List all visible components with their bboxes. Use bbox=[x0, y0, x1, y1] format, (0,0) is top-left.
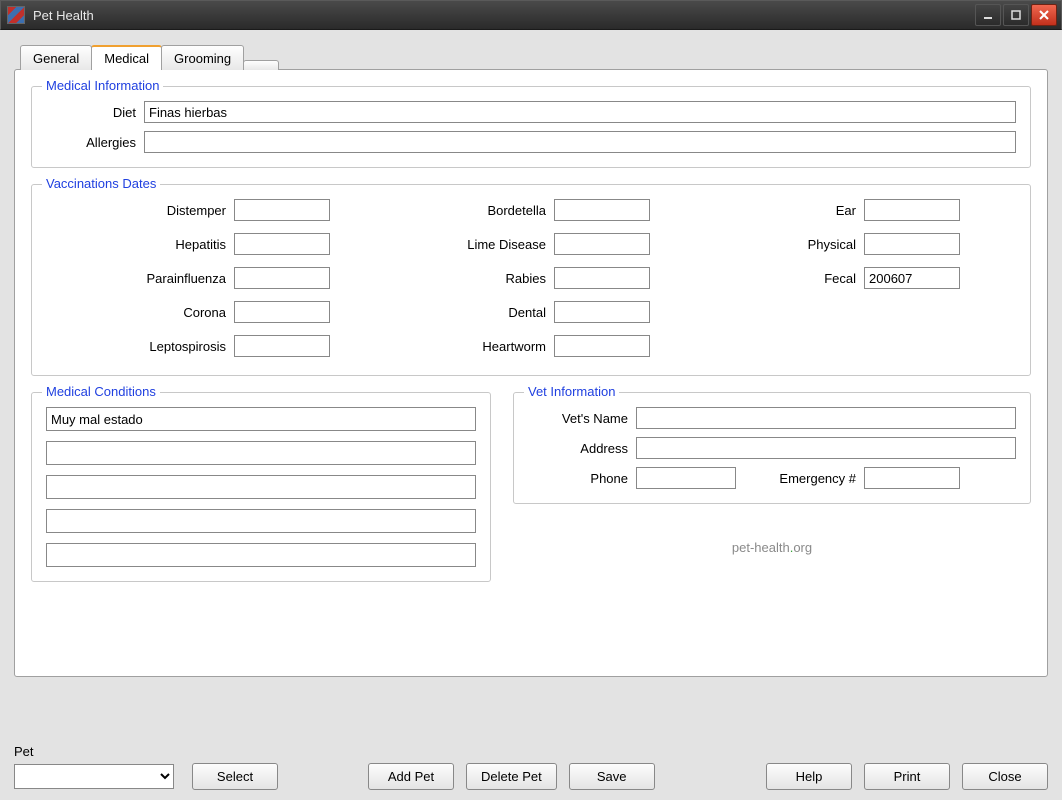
add-pet-button[interactable]: Add Pet bbox=[368, 763, 454, 790]
input-condition-5[interactable] bbox=[46, 543, 476, 567]
input-vet-phone[interactable] bbox=[636, 467, 736, 489]
input-condition-1[interactable] bbox=[46, 407, 476, 431]
label-distemper: Distemper bbox=[46, 203, 226, 218]
print-button[interactable]: Print bbox=[864, 763, 950, 790]
input-emergency[interactable] bbox=[864, 467, 960, 489]
select-pet[interactable] bbox=[14, 764, 174, 789]
label-vet-address: Address bbox=[528, 441, 628, 456]
minimize-button[interactable] bbox=[975, 4, 1001, 26]
maximize-button[interactable] bbox=[1003, 4, 1029, 26]
label-hepatitis: Hepatitis bbox=[46, 237, 226, 252]
legend-vaccinations: Vaccinations Dates bbox=[42, 176, 160, 191]
input-physical[interactable] bbox=[864, 233, 960, 255]
window-controls bbox=[975, 4, 1057, 26]
tab-medical[interactable]: Medical bbox=[91, 45, 162, 70]
label-emergency: Emergency # bbox=[746, 471, 856, 486]
label-parainfluenza: Parainfluenza bbox=[46, 271, 226, 286]
tab-panel: Medical Information Diet Allergies Vacci… bbox=[14, 69, 1048, 677]
label-heartworm: Heartworm bbox=[406, 339, 546, 354]
legend-medical-conditions: Medical Conditions bbox=[42, 384, 160, 399]
label-lime-disease: Lime Disease bbox=[406, 237, 546, 252]
label-corona: Corona bbox=[46, 305, 226, 320]
input-condition-2[interactable] bbox=[46, 441, 476, 465]
tab-general[interactable]: General bbox=[20, 45, 92, 70]
group-vaccinations: Vaccinations Dates Distemper Hepatitis P… bbox=[31, 184, 1031, 376]
logo-part-pet: pet bbox=[732, 540, 750, 555]
group-medical-conditions: Medical Conditions bbox=[31, 392, 491, 582]
label-vet-name: Vet's Name bbox=[528, 411, 628, 426]
input-condition-3[interactable] bbox=[46, 475, 476, 499]
group-vet-information: Vet Information Vet's Name Address Phone… bbox=[513, 392, 1031, 504]
input-distemper[interactable] bbox=[234, 199, 330, 221]
bottom-bar: Pet Select Add Pet Delete Pet Save Help … bbox=[14, 744, 1048, 790]
input-heartworm[interactable] bbox=[554, 335, 650, 357]
tabs: General Medical Grooming bbox=[20, 44, 1048, 69]
logo-part-health: health bbox=[754, 540, 789, 555]
save-button[interactable]: Save bbox=[569, 763, 655, 790]
legend-medical-info: Medical Information bbox=[42, 78, 163, 93]
input-corona[interactable] bbox=[234, 301, 330, 323]
input-rabies[interactable] bbox=[554, 267, 650, 289]
legend-vet-info: Vet Information bbox=[524, 384, 619, 399]
input-bordetella[interactable] bbox=[554, 199, 650, 221]
label-bordetella: Bordetella bbox=[406, 203, 546, 218]
tab-blank[interactable] bbox=[243, 60, 279, 70]
input-diet[interactable] bbox=[144, 101, 1016, 123]
logo-part-org: org bbox=[793, 540, 812, 555]
window-title: Pet Health bbox=[33, 8, 94, 23]
label-diet: Diet bbox=[46, 105, 136, 120]
input-parainfluenza[interactable] bbox=[234, 267, 330, 289]
input-vet-address[interactable] bbox=[636, 437, 1016, 459]
label-allergies: Allergies bbox=[46, 135, 136, 150]
label-rabies: Rabies bbox=[406, 271, 546, 286]
close-button[interactable] bbox=[1031, 4, 1057, 26]
logo-pet-health-org: pet-health.org bbox=[513, 540, 1031, 555]
input-fecal[interactable] bbox=[864, 267, 960, 289]
input-condition-4[interactable] bbox=[46, 509, 476, 533]
input-leptospirosis[interactable] bbox=[234, 335, 330, 357]
help-button[interactable]: Help bbox=[766, 763, 852, 790]
delete-pet-button[interactable]: Delete Pet bbox=[466, 763, 557, 790]
input-ear[interactable] bbox=[864, 199, 960, 221]
input-vet-name[interactable] bbox=[636, 407, 1016, 429]
label-fecal: Fecal bbox=[746, 271, 856, 286]
group-medical-information: Medical Information Diet Allergies bbox=[31, 86, 1031, 168]
close-window-button[interactable]: Close bbox=[962, 763, 1048, 790]
input-dental[interactable] bbox=[554, 301, 650, 323]
label-vet-phone: Phone bbox=[528, 471, 628, 486]
label-ear: Ear bbox=[746, 203, 856, 218]
input-allergies[interactable] bbox=[144, 131, 1016, 153]
titlebar: Pet Health bbox=[0, 0, 1062, 30]
app-icon bbox=[7, 6, 25, 24]
tab-grooming[interactable]: Grooming bbox=[161, 45, 244, 70]
input-lime-disease[interactable] bbox=[554, 233, 650, 255]
label-pet: Pet bbox=[14, 744, 1048, 759]
label-dental: Dental bbox=[406, 305, 546, 320]
input-hepatitis[interactable] bbox=[234, 233, 330, 255]
select-button[interactable]: Select bbox=[192, 763, 278, 790]
label-physical: Physical bbox=[746, 237, 856, 252]
label-leptospirosis: Leptospirosis bbox=[46, 339, 226, 354]
